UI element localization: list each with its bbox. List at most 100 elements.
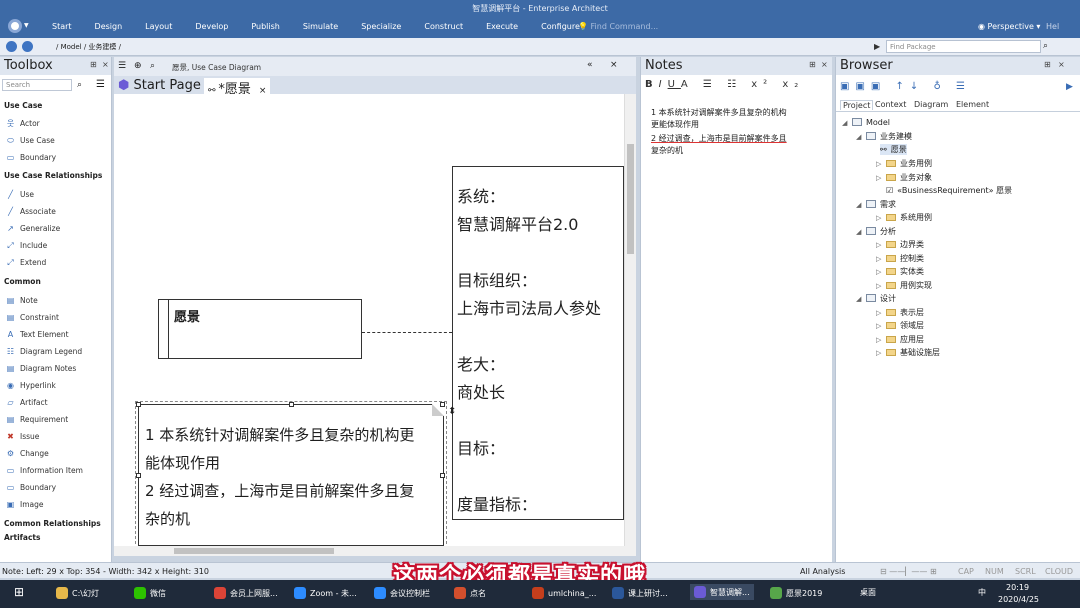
find-package-input[interactable]: Find Package	[886, 40, 1041, 53]
tree-node-folder[interactable]: ▷ 实体类	[876, 266, 924, 277]
tab-context[interactable]: Context	[875, 100, 906, 109]
tree-node-requirement[interactable]: ☑ «BusinessRequirement» 愿景	[886, 185, 1012, 196]
expand-icon[interactable]: ▷	[876, 349, 886, 357]
tree-node-folder[interactable]: ▷ 基础设施层	[876, 347, 940, 358]
tree-node-package[interactable]: ◢ 分析	[856, 226, 896, 237]
requirement-note[interactable]: 系统： 智慧调解平台2.0 目标组织： 上海市司法局人参处 老大： 商处长 目标…	[452, 166, 624, 520]
collapse-icon[interactable]: ◢	[856, 201, 866, 209]
tool-use[interactable]: ╱ Use	[8, 190, 34, 199]
taskbar-app[interactable]: 会议控制栏	[374, 587, 430, 599]
taskbar-app-active[interactable]: 智慧调解...	[690, 584, 754, 600]
tool-diagram-notes[interactable]: ▤ Diagram Notes	[7, 364, 77, 373]
taskbar-app[interactable]: Zoom - 未...	[294, 587, 357, 599]
resize-handle[interactable]	[440, 473, 445, 478]
tree-node-folder[interactable]: ▷ 用例实现	[876, 280, 932, 291]
diagram-toolbar-icon[interactable]: ☰	[118, 61, 126, 71]
tool-generalize[interactable]: ↗ Generalize	[7, 224, 60, 233]
taskbar-app[interactable]: 课上研讨...	[612, 587, 668, 599]
toolbox-section-common[interactable]: Common	[4, 277, 41, 286]
taskbar-app[interactable]: 愿景2019	[770, 587, 822, 599]
tab-start-page[interactable]: ⬢ Start Page	[118, 78, 201, 94]
toolbox-section-common-relationships[interactable]: Common Relationships	[4, 519, 101, 528]
tool-constraint[interactable]: ▤ Constraint	[7, 313, 59, 322]
menu-simulate[interactable]: Simulate	[303, 22, 338, 31]
expand-icon[interactable]: ▶	[1066, 82, 1073, 92]
tree-node-folder[interactable]: ▷ 控制类	[876, 253, 924, 264]
horizontal-scrollbar[interactable]	[114, 546, 636, 556]
quick-link-icon[interactable]: ⬍	[448, 406, 456, 417]
tool-include[interactable]: ⤢ Include	[7, 241, 47, 250]
collapse-icon[interactable]: ◢	[842, 119, 852, 127]
expand-icon[interactable]: ▷	[876, 174, 886, 182]
find-command-input[interactable]: 💡 Find Command...	[578, 22, 658, 31]
browser-toolbar[interactable]: ▣▣▣ ↑↓ ♁ ☰	[840, 81, 971, 92]
close-icon[interactable]: ×	[1058, 60, 1065, 69]
notes-text-line[interactable]: 更能体现作用	[651, 119, 821, 131]
taskbar-app[interactable]: C:\幻灯	[56, 587, 99, 599]
ime-indicator[interactable]: 中	[978, 587, 986, 598]
play-icon[interactable]: ▶	[874, 42, 880, 51]
tool-note[interactable]: ▤ Note	[7, 296, 38, 305]
scroll-thumb[interactable]	[174, 548, 334, 554]
app-menu-chevron-icon[interactable]: ▼	[24, 22, 29, 29]
menu-icon[interactable]: ☰	[96, 79, 105, 90]
tree-node-folder[interactable]: ▷ 应用层	[876, 334, 924, 345]
collapse-icon[interactable]: ◢	[856, 133, 866, 141]
tool-information-item[interactable]: ▭ Information Item	[7, 466, 83, 475]
analysis-mode[interactable]: All Analysis	[800, 567, 845, 576]
notes-text-line[interactable]: 1 本系统针对调解案件多且复杂的机构	[651, 107, 821, 119]
pin-icon[interactable]: ⊞	[90, 60, 97, 69]
menu-design[interactable]: Design	[95, 22, 123, 31]
tree-node-package[interactable]: ◢ 需求	[856, 199, 896, 210]
expand-icon[interactable]: ▷	[876, 241, 886, 249]
menu-specialize[interactable]: Specialize	[361, 22, 401, 31]
close-icon[interactable]: ×	[102, 60, 109, 69]
add-icon[interactable]: ⊕	[134, 61, 142, 71]
tool-associate[interactable]: ╱ Associate	[8, 207, 56, 216]
expand-icon[interactable]: ▷	[876, 160, 886, 168]
expand-icon[interactable]: ▷	[876, 268, 886, 276]
menu-layout[interactable]: Layout	[145, 22, 172, 31]
pin-icon[interactable]: ⊞	[1044, 60, 1051, 69]
zoom-slider[interactable]: ⊟ ——▏—— ⊞	[880, 567, 937, 576]
tool-image[interactable]: ▣ Image	[7, 500, 44, 509]
pin-icon[interactable]: ⊞	[809, 60, 816, 69]
tree-node-folder[interactable]: ▷ 业务对象	[876, 172, 932, 183]
tree-node-diagram-selected[interactable]: ⚯ 愿景	[880, 144, 907, 155]
tool-artifact[interactable]: ▱ Artifact	[7, 398, 47, 407]
search-icon[interactable]: ⌕	[77, 80, 82, 90]
vertical-scrollbar[interactable]	[624, 94, 636, 546]
ea-logo-icon[interactable]	[8, 19, 22, 33]
tool-diagram-legend[interactable]: ☷ Diagram Legend	[7, 347, 82, 356]
menu-construct[interactable]: Construct	[424, 22, 463, 31]
tool-change[interactable]: ⚙ Change	[7, 449, 49, 458]
expand-icon[interactable]: ▷	[876, 214, 886, 222]
vision-element[interactable]: 愿景	[158, 299, 362, 359]
note-link-connector[interactable]	[362, 332, 452, 333]
resize-handle[interactable]	[440, 402, 445, 407]
collapse-icon[interactable]: ◢	[856, 228, 866, 236]
back-icon[interactable]	[6, 41, 17, 52]
collapse-icon[interactable]: «	[587, 60, 593, 70]
breadcrumb[interactable]: / Model / 业务建模 /	[56, 42, 121, 52]
help-button[interactable]: Hel	[1046, 22, 1059, 31]
notes-text-line[interactable]: 2 经过调查，上海市是目前解案件多且	[651, 133, 821, 145]
tab-vision-diagram[interactable]: ⚯ *愿景 ×	[204, 78, 271, 97]
format-toolbar[interactable]: BIUA ☰ ☷ x² x₂	[645, 79, 804, 90]
expand-icon[interactable]: ▷	[876, 336, 886, 344]
search-icon[interactable]: ⌕	[1043, 41, 1048, 51]
expand-icon[interactable]: ▷	[876, 282, 886, 290]
tree-node-package[interactable]: ◢ 业务建模	[856, 131, 912, 142]
expand-icon[interactable]: ▷	[876, 255, 886, 263]
collapse-icon[interactable]: ◢	[856, 295, 866, 303]
tree-node-folder[interactable]: ▷ 业务用例	[876, 158, 932, 169]
clock-date[interactable]: 2020/4/25	[998, 595, 1039, 604]
resize-handle[interactable]	[289, 402, 294, 407]
tool-text-element[interactable]: A Text Element	[8, 330, 69, 339]
tree-node-folder[interactable]: ▷ 边界类	[876, 239, 924, 250]
menu-publish[interactable]: Publish	[251, 22, 280, 31]
tool-use-case[interactable]: ⬭ Use Case	[7, 136, 55, 145]
tool-requirement[interactable]: ▤ Requirement	[7, 415, 69, 424]
tree-node-model[interactable]: ◢ Model	[842, 118, 890, 127]
taskbar-app[interactable]: 微信	[134, 587, 166, 599]
